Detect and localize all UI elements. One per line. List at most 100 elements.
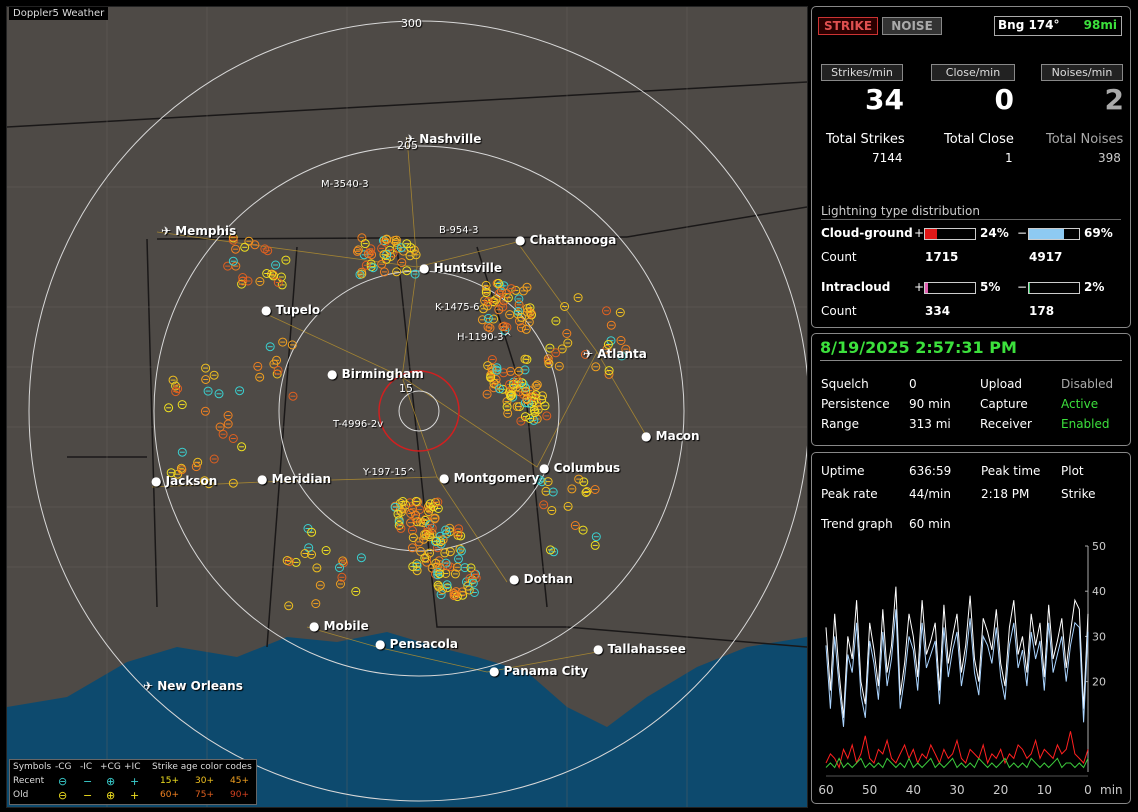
noise-indicator[interactable]: NOISE [882, 17, 942, 35]
cg-pos-bar [924, 228, 976, 240]
city-huntsville: ● Huntsville [419, 261, 502, 275]
trend-y-tick: 30 [1092, 630, 1106, 643]
legend-age-90: 90+ [230, 790, 249, 800]
ic-pos-pct: 5% [980, 280, 1001, 294]
uptime-value: 636:59 [909, 464, 952, 478]
legend-cg-neg: -CG [55, 762, 72, 772]
cg-label: Cloud-ground [821, 226, 913, 240]
trend-series-2 [825, 731, 1089, 769]
trend-series-0 [825, 586, 1089, 718]
city-new-orleans: ✈ New Orleans [143, 679, 243, 693]
noises-per-min-label[interactable]: Noises/min [1041, 64, 1123, 81]
trend-y-tick: 20 [1092, 676, 1106, 689]
storm-cell-label: T-4996-2v [333, 419, 384, 430]
peak-time-label: Peak time [981, 464, 1041, 478]
receiver-value: Enabled [1061, 417, 1110, 431]
city-meridian: ● Meridian [257, 472, 332, 486]
total-noises-label: Total Noises [1046, 132, 1124, 147]
trend-panel: Uptime 636:59 Peak time Plot Peak rate 4… [811, 452, 1131, 804]
upload-label: Upload [980, 377, 1023, 391]
close-per-min-label[interactable]: Close/min [931, 64, 1015, 81]
peak-rate-value: 44/min [909, 487, 951, 501]
total-close-label: Total Close [944, 132, 1014, 147]
legend-age-title: Strike age color codes [152, 762, 252, 772]
trend-x-tick: 30 [949, 783, 964, 797]
legend-old-cg-pos-icon: ⊕ [106, 789, 116, 802]
legend-recent-ic-neg-icon: − [83, 775, 93, 788]
ic-label: Intracloud [821, 280, 891, 294]
strike-indicator[interactable]: STRIKE [818, 17, 878, 35]
symbol-legend: Symbols -CG -IC +CG +IC Strike age color… [9, 759, 257, 805]
trend-series-3 [825, 757, 1089, 769]
trend-graph-label: Trend graph [821, 517, 893, 531]
bearing-box: Bng 174° 98mi [994, 16, 1122, 36]
ic-neg-bar [1028, 282, 1080, 294]
ic-pos-count: 334 [925, 304, 951, 318]
peak-time-value: 2:18 PM [981, 487, 1030, 501]
cg-pos-count: 1715 [925, 250, 959, 264]
city-montgomery: ● Montgomery [439, 471, 540, 485]
plot-value[interactable]: Strike [1061, 487, 1096, 501]
legend-old-ic-neg-icon: − [83, 789, 93, 802]
city-tallahassee: ● Tallahassee [593, 642, 686, 656]
legend-old-ic-pos-icon: + [130, 789, 140, 802]
legend-age-15: 15+ [160, 776, 179, 786]
city-memphis: ✈ Memphis [161, 224, 237, 238]
total-close-value: 1 [1005, 151, 1013, 165]
legend-age-30: 30+ [195, 776, 214, 786]
capture-label: Capture [980, 397, 1028, 411]
ring-label-15: 15 [399, 382, 413, 395]
capture-value: Active [1061, 397, 1099, 411]
city-atlanta: ✈ Atlanta [583, 347, 647, 361]
close-per-min-value: 0 [994, 83, 1014, 116]
trend-graph-value: 60 min [909, 517, 951, 531]
squelch-value: 0 [909, 377, 917, 391]
squelch-label: Squelch [821, 377, 869, 391]
legend-age-75: 75+ [195, 790, 214, 800]
city-dothan: ● Dothan [509, 572, 573, 586]
city-macon: ● Macon [641, 429, 700, 443]
peak-rate-label: Peak rate [821, 487, 878, 501]
trend-graph: 50 40 30 20 60 50 40 30 20 10 0 min [818, 540, 1123, 797]
receiver-label: Receiver [980, 417, 1032, 431]
legend-old-cg-neg-icon: ⊖ [58, 789, 68, 802]
strikes-per-min-label[interactable]: Strikes/min [821, 64, 903, 81]
plot-label: Plot [1061, 464, 1084, 478]
trend-x-tick: 20 [993, 783, 1008, 797]
total-strikes-value: 7144 [872, 151, 903, 165]
distribution-title: Lightning type distribution [821, 204, 980, 218]
legend-recent-ic-pos-icon: + [130, 775, 140, 788]
trend-series-1 [825, 609, 1089, 727]
trend-x-tick: 60 [818, 783, 833, 797]
range-value: 313 mi [909, 417, 951, 431]
bearing-distance: 98mi [1083, 18, 1117, 32]
highways [151, 136, 648, 673]
settings-divider [820, 360, 1122, 361]
storm-cell-label: Y-197-15^ [363, 467, 416, 478]
trend-x-unit: min [1100, 783, 1123, 797]
city-chattanooga: ● Chattanooga [515, 233, 617, 247]
total-noises-value: 398 [1098, 151, 1121, 165]
ic-neg-count: 178 [1029, 304, 1055, 318]
city-birmingham: ● Birmingham [327, 367, 424, 381]
map-canvas [7, 7, 807, 807]
total-strikes-label: Total Strikes [826, 132, 905, 147]
persistence-label: Persistence [821, 397, 890, 411]
city-jackson: ● Jackson [151, 474, 218, 488]
legend-recent-cg-neg-icon: ⊖ [58, 775, 68, 788]
city-columbus: ● Columbus [539, 461, 621, 475]
ic-count-label: Count [821, 304, 857, 318]
legend-cg-pos: +CG [100, 762, 121, 772]
ic-neg-pct: 2% [1084, 280, 1105, 294]
city-pensacola: ● Pensacola [375, 637, 458, 651]
legend-ic-neg: -IC [80, 762, 93, 772]
lightning-map[interactable]: Doppler5 Weather 300 205 15 ✈ Nashville ✈… [6, 6, 808, 808]
trend-x-tick: 50 [862, 783, 877, 797]
cg-neg-pct: 69% [1084, 226, 1113, 240]
noises-per-min-value: 2 [1104, 83, 1124, 116]
strike-symbols [164, 233, 631, 611]
cg-plus-sign: + [914, 226, 925, 240]
persistence-value: 90 min [909, 397, 951, 411]
trend-x-tick: 0 [1084, 783, 1092, 797]
storm-cell-label: M-3540-3 [321, 179, 369, 190]
